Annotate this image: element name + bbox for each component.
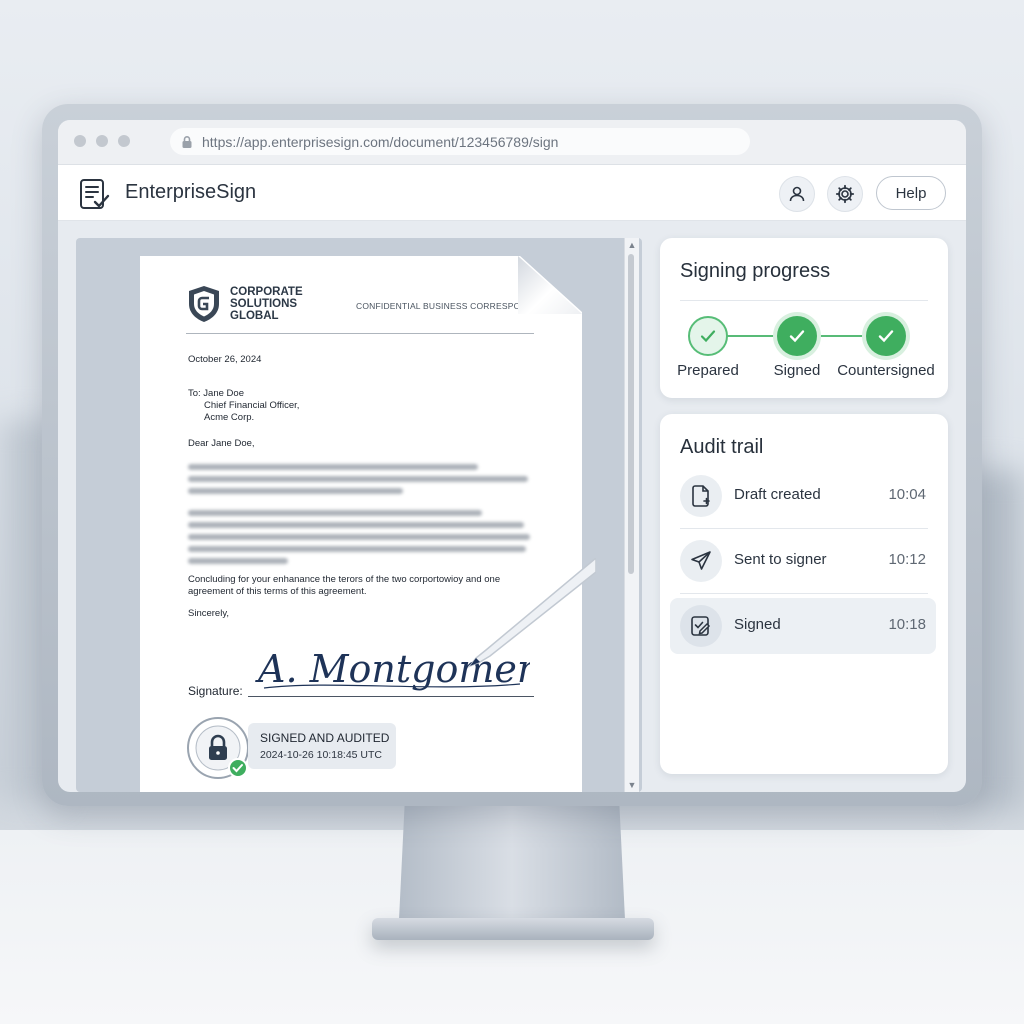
step-label: Countersigned xyxy=(837,362,935,379)
audit-item-time: 10:18 xyxy=(888,616,926,633)
signoff: Sincerely, xyxy=(188,608,230,619)
step-prepared-indicator xyxy=(688,316,728,356)
document-viewer[interactable]: CORPORATE SOLUTIONS GLOBAL CONFIDENTIAL … xyxy=(76,238,642,792)
blurred-text-line xyxy=(188,488,403,494)
blurred-text-line xyxy=(188,522,524,528)
step-connector xyxy=(816,335,867,337)
document-scrollbar[interactable]: ▲ ▼ xyxy=(624,238,639,792)
audit-item[interactable]: Draft created 10:04 xyxy=(670,468,936,524)
lock-icon xyxy=(182,135,192,148)
audit-item-time: 10:12 xyxy=(888,551,926,568)
audit-item[interactable]: Sent to signer 10:12 xyxy=(670,533,936,589)
recipient-line: Chief Financial Officer, xyxy=(204,400,300,411)
file-plus-icon xyxy=(680,475,722,517)
signing-progress-panel: Signing progress Prepared Signed Counter… xyxy=(660,238,948,398)
app-header: EnterpriseSign Help xyxy=(58,165,966,221)
letter-date: October 26, 2024 xyxy=(188,354,262,365)
check-icon xyxy=(789,330,805,343)
screen: https://app.enterprisesign.com/document/… xyxy=(58,120,966,792)
step-label: Signed xyxy=(773,362,821,379)
document-page: CORPORATE SOLUTIONS GLOBAL CONFIDENTIAL … xyxy=(140,256,582,792)
signed-document-icon xyxy=(680,605,722,647)
settings-button[interactable] xyxy=(827,176,863,212)
browser-chrome: https://app.enterprisesign.com/document/… xyxy=(58,120,966,165)
account-button[interactable] xyxy=(779,176,815,212)
blurred-text-line xyxy=(188,546,526,552)
blurred-text-line xyxy=(188,534,530,540)
audit-item-time: 10:04 xyxy=(888,486,926,503)
row-divider xyxy=(680,528,928,529)
recipient-line: Acme Corp. xyxy=(204,412,255,423)
audit-item-selected[interactable]: Signed 10:18 xyxy=(670,598,936,654)
blurred-text-line xyxy=(188,476,528,482)
blurred-text-line xyxy=(188,510,482,516)
company-shield-logo xyxy=(189,286,219,322)
scrollbar-thumb[interactable] xyxy=(628,254,634,574)
audit-item-label: Signed xyxy=(734,616,781,633)
scroll-down-arrow[interactable]: ▼ xyxy=(627,780,637,790)
address-bar[interactable]: https://app.enterprisesign.com/document/… xyxy=(170,128,750,155)
monitor: https://app.enterprisesign.com/document/… xyxy=(42,104,982,806)
panel-divider xyxy=(680,300,928,301)
header-divider xyxy=(186,333,534,334)
stylus-pen-icon xyxy=(467,558,596,668)
panel-title: Audit trail xyxy=(680,436,764,458)
signed-audited-stamp: SIGNED AND AUDITED 2024-10-26 10:18:45 U… xyxy=(248,723,396,769)
closing-paragraph: agreement of this terms of this agreemen… xyxy=(188,586,367,597)
help-button[interactable]: Help xyxy=(876,176,946,210)
document-check-icon xyxy=(80,179,110,209)
window-minimize-button[interactable] xyxy=(96,135,108,147)
company-name: CORPORATE SOLUTIONS GLOBAL xyxy=(230,286,303,322)
check-icon xyxy=(878,330,894,343)
paper-plane-icon xyxy=(680,540,722,582)
step-label: Prepared xyxy=(677,362,739,379)
salutation: Dear Jane Doe, xyxy=(188,438,255,449)
app-title: EnterpriseSign xyxy=(125,181,257,203)
panel-title: Signing progress xyxy=(680,260,831,282)
signature-label: Signature: xyxy=(188,684,243,698)
step-signed-indicator xyxy=(777,316,817,356)
stamp-timestamp: 2024-10-26 10:18:45 UTC xyxy=(260,749,382,761)
user-icon xyxy=(789,186,805,202)
monitor-base xyxy=(372,918,654,940)
blurred-text-line xyxy=(188,558,288,564)
audit-seal-icon xyxy=(187,717,249,779)
window-maximize-button[interactable] xyxy=(118,135,130,147)
step-countersigned-indicator xyxy=(866,316,906,356)
row-divider xyxy=(680,593,928,594)
audit-item-label: Draft created xyxy=(734,486,821,503)
window-close-button[interactable] xyxy=(74,135,86,147)
audit-item-label: Sent to signer xyxy=(734,551,827,568)
gear-icon xyxy=(835,184,855,204)
stamp-title: SIGNED AND AUDITED xyxy=(260,731,390,745)
url-text: https://app.enterprisesign.com/document/… xyxy=(202,133,559,150)
audit-trail-panel: Audit trail Draft created 10:04 Sent to … xyxy=(660,414,948,774)
step-connector xyxy=(727,335,778,337)
check-icon xyxy=(700,330,716,343)
recipient-line: To: Jane Doe xyxy=(188,388,244,399)
blurred-text-line xyxy=(188,464,478,470)
scroll-up-arrow[interactable]: ▲ xyxy=(627,240,637,250)
